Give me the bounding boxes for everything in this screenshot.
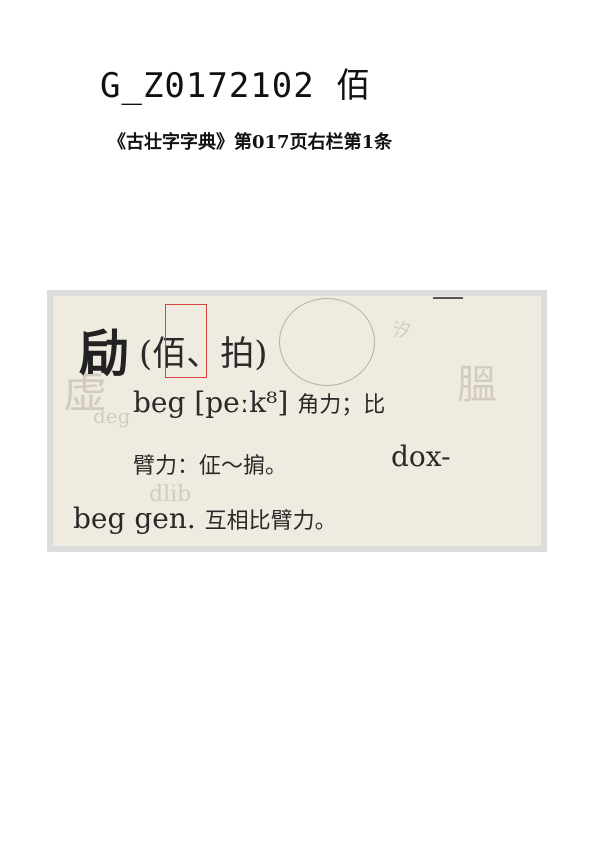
entry-character: 佰 [336, 66, 372, 106]
entry-line-2: beg [peːk⁸] 角力；比 [133, 386, 385, 419]
definition: 角力；比 [297, 393, 386, 418]
bleed-through-mark: deg [93, 404, 131, 428]
romanization: beg gen. [73, 502, 196, 535]
scan-image: 虚 膃 deg dlib 汐 劶 (佰、拍) beg [peːk⁸] 角力；比 … [53, 296, 541, 546]
source-citation: 《古壮字字典》第017页右栏第1条 [108, 132, 393, 153]
definition: 互相比臂力。 [204, 509, 337, 534]
entry-line-4: beg gen. 互相比臂力。 [73, 502, 337, 535]
pencil-circle-mark [279, 298, 375, 386]
romanization: beg [peːk⁸] [133, 386, 289, 419]
bleed-through-mark: 膃 [457, 362, 497, 408]
print-rule [433, 297, 463, 299]
romanization: dox- [391, 440, 451, 473]
definition: 臂力：佂～掮。 [133, 454, 288, 479]
bleed-through-mark: 汐 [393, 320, 411, 341]
entry-title: G_Z0172102 佰 [100, 58, 371, 107]
headword: 劶 [79, 324, 129, 383]
target-highlight-box [165, 304, 207, 378]
dictionary-scan: 虚 膃 deg dlib 汐 劶 (佰、拍) beg [peːk⁸] 角力；比 … [47, 290, 547, 552]
entry-code: G_Z0172102 [100, 66, 315, 106]
entry-line-3: 臂力：佂～掮。 dox- [133, 440, 451, 480]
